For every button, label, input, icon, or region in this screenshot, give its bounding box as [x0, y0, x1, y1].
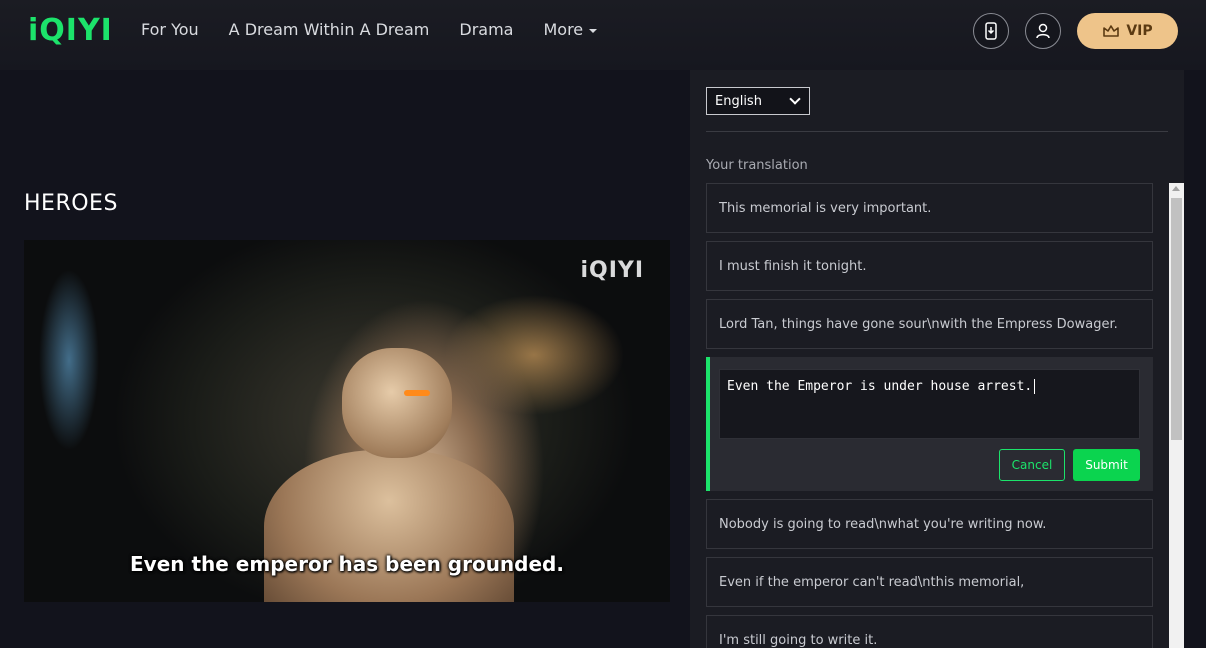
translation-panel: English Your translation This memorial i…	[690, 70, 1184, 648]
translation-scrollbar[interactable]	[1169, 183, 1184, 648]
main-nav: For You A Dream Within A Dream Drama Mor…	[141, 20, 598, 39]
translation-textarea-value: Even the Emperor is under house arrest.	[727, 379, 1033, 394]
crown-icon	[1103, 25, 1120, 37]
video-frame-figure-body	[264, 450, 514, 602]
panel-divider	[706, 131, 1168, 132]
show-title: HEROES	[24, 191, 118, 216]
vip-button[interactable]: VIP	[1077, 13, 1178, 49]
translation-item[interactable]: This memorial is very important.	[706, 183, 1153, 233]
cancel-button[interactable]: Cancel	[999, 449, 1065, 481]
scrollbar-thumb[interactable]	[1171, 198, 1182, 440]
video-frame-glow	[404, 390, 430, 396]
video-subtitle: Even the emperor has been grounded.	[130, 552, 564, 576]
video-watermark: iQIYI	[580, 258, 644, 283]
vip-label: VIP	[1126, 23, 1153, 39]
caret-down-icon	[589, 28, 598, 33]
nav-more-label: More	[543, 20, 584, 39]
nav-drama[interactable]: Drama	[459, 20, 513, 39]
nav-for-you[interactable]: For You	[141, 20, 199, 39]
download-app-button[interactable]	[973, 13, 1009, 49]
translation-list: This memorial is very important. I must …	[706, 183, 1153, 648]
language-select[interactable]: English	[706, 87, 810, 115]
language-select-value: English	[715, 93, 762, 109]
your-translation-label: Your translation	[706, 158, 808, 173]
top-header: iQIYI For You A Dream Within A Dream Dra…	[0, 0, 1206, 70]
scroll-up-arrow-icon[interactable]	[1172, 186, 1180, 191]
video-frame-figure-head	[342, 348, 452, 458]
translation-item[interactable]: I'm still going to write it.	[706, 615, 1153, 648]
translation-item[interactable]: Even if the emperor can't read\nthis mem…	[706, 557, 1153, 607]
translation-item-editing: Even the Emperor is under house arrest. …	[706, 357, 1153, 491]
video-player[interactable]: iQIYI Even the emperor has been grounded…	[24, 240, 670, 602]
nav-more[interactable]: More	[543, 20, 598, 39]
translation-item[interactable]: I must finish it tonight.	[706, 241, 1153, 291]
translation-textarea[interactable]: Even the Emperor is under house arrest.	[719, 369, 1140, 439]
text-cursor	[1034, 379, 1036, 394]
user-account-button[interactable]	[1025, 13, 1061, 49]
translation-item[interactable]: Lord Tan, things have gone sour\nwith th…	[706, 299, 1153, 349]
phone-download-icon	[985, 22, 997, 40]
chevron-down-icon	[789, 93, 801, 105]
iqiyi-logo[interactable]: iQIYI	[28, 13, 113, 48]
submit-button[interactable]: Submit	[1073, 449, 1140, 481]
user-icon	[1036, 23, 1050, 39]
nav-dream-within-a-dream[interactable]: A Dream Within A Dream	[229, 20, 430, 39]
translation-item[interactable]: Nobody is going to read\nwhat you're wri…	[706, 499, 1153, 549]
